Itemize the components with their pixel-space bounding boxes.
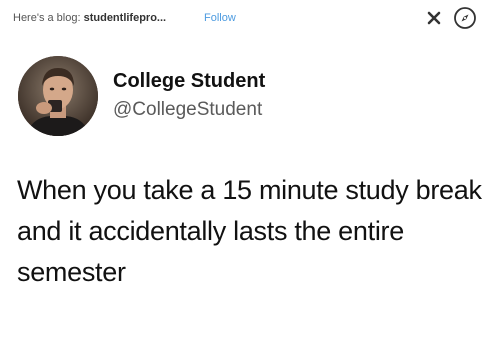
compass-icon[interactable]: [453, 6, 477, 30]
user-handle[interactable]: @CollegeStudent: [113, 99, 262, 121]
blog-prefix-text: Here's a blog:: [13, 12, 84, 24]
display-name[interactable]: College Student: [113, 70, 265, 93]
blog-name-link[interactable]: studentlifepro...: [84, 12, 167, 24]
close-icon[interactable]: [424, 8, 444, 28]
follow-link[interactable]: Follow: [204, 12, 236, 24]
blog-attribution: Here's a blog: studentlifepro...: [13, 12, 166, 24]
avatar[interactable]: [18, 56, 98, 136]
tweet-text: When you take a 15 minute study break an…: [17, 175, 482, 287]
blog-header-bar: Here's a blog: studentlifepro... Follow: [0, 0, 500, 40]
avatar-image: [18, 56, 98, 136]
